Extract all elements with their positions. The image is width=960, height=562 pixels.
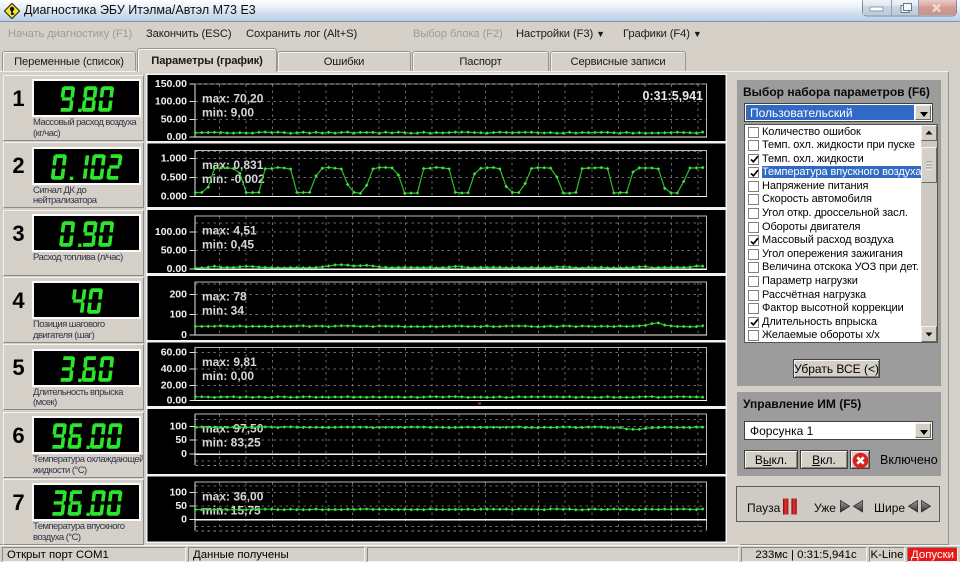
svg-text:max: 36,00: max: 36,00 (202, 490, 264, 504)
svg-text:min: 0,00: min: 0,00 (202, 369, 254, 383)
svg-text:1.000: 1.000 (161, 152, 187, 164)
svg-text:100: 100 (169, 487, 187, 499)
svg-text:100.00: 100.00 (155, 226, 187, 238)
svg-text:0: 0 (181, 448, 187, 460)
svg-text:0.500: 0.500 (161, 172, 187, 184)
svg-text:40.00: 40.00 (161, 363, 187, 375)
svg-text:200: 200 (169, 288, 187, 300)
svg-text:50.00: 50.00 (161, 114, 187, 126)
svg-text:50: 50 (175, 434, 187, 446)
svg-text:100: 100 (169, 309, 187, 321)
svg-text:0.000: 0.000 (161, 190, 187, 202)
svg-text:max: 9,81: max: 9,81 (202, 355, 257, 369)
svg-text:100.00: 100.00 (155, 96, 187, 108)
svg-text:min: 0,45: min: 0,45 (202, 238, 254, 252)
svg-text:max: 97,50: max: 97,50 (202, 422, 264, 436)
svg-text:min: 83,25: min: 83,25 (202, 436, 261, 450)
svg-text:0.00: 0.00 (167, 263, 188, 275)
svg-text:min: 34: min: 34 (202, 304, 244, 318)
svg-text:0:31:5,941: 0:31:5,941 (643, 89, 704, 103)
svg-text:0.00: 0.00 (167, 131, 188, 143)
svg-text:100: 100 (169, 421, 187, 433)
svg-text:min: 9,00: min: 9,00 (202, 106, 254, 120)
svg-text:max: 78: max: 78 (202, 290, 247, 304)
svg-text:0: 0 (181, 514, 187, 526)
svg-text:min: 15,75: min: 15,75 (202, 504, 261, 518)
svg-text:max: 4,51: max: 4,51 (202, 224, 257, 238)
svg-text:20.00: 20.00 (161, 379, 187, 391)
svg-text:150.00: 150.00 (155, 78, 187, 90)
svg-text:max: 70,20: max: 70,20 (202, 92, 264, 106)
svg-text:50.00: 50.00 (161, 245, 187, 257)
svg-text:60.00: 60.00 (161, 346, 187, 358)
svg-text:0: 0 (181, 329, 187, 341)
svg-text:50: 50 (175, 500, 187, 512)
svg-text:0.00: 0.00 (167, 394, 188, 406)
